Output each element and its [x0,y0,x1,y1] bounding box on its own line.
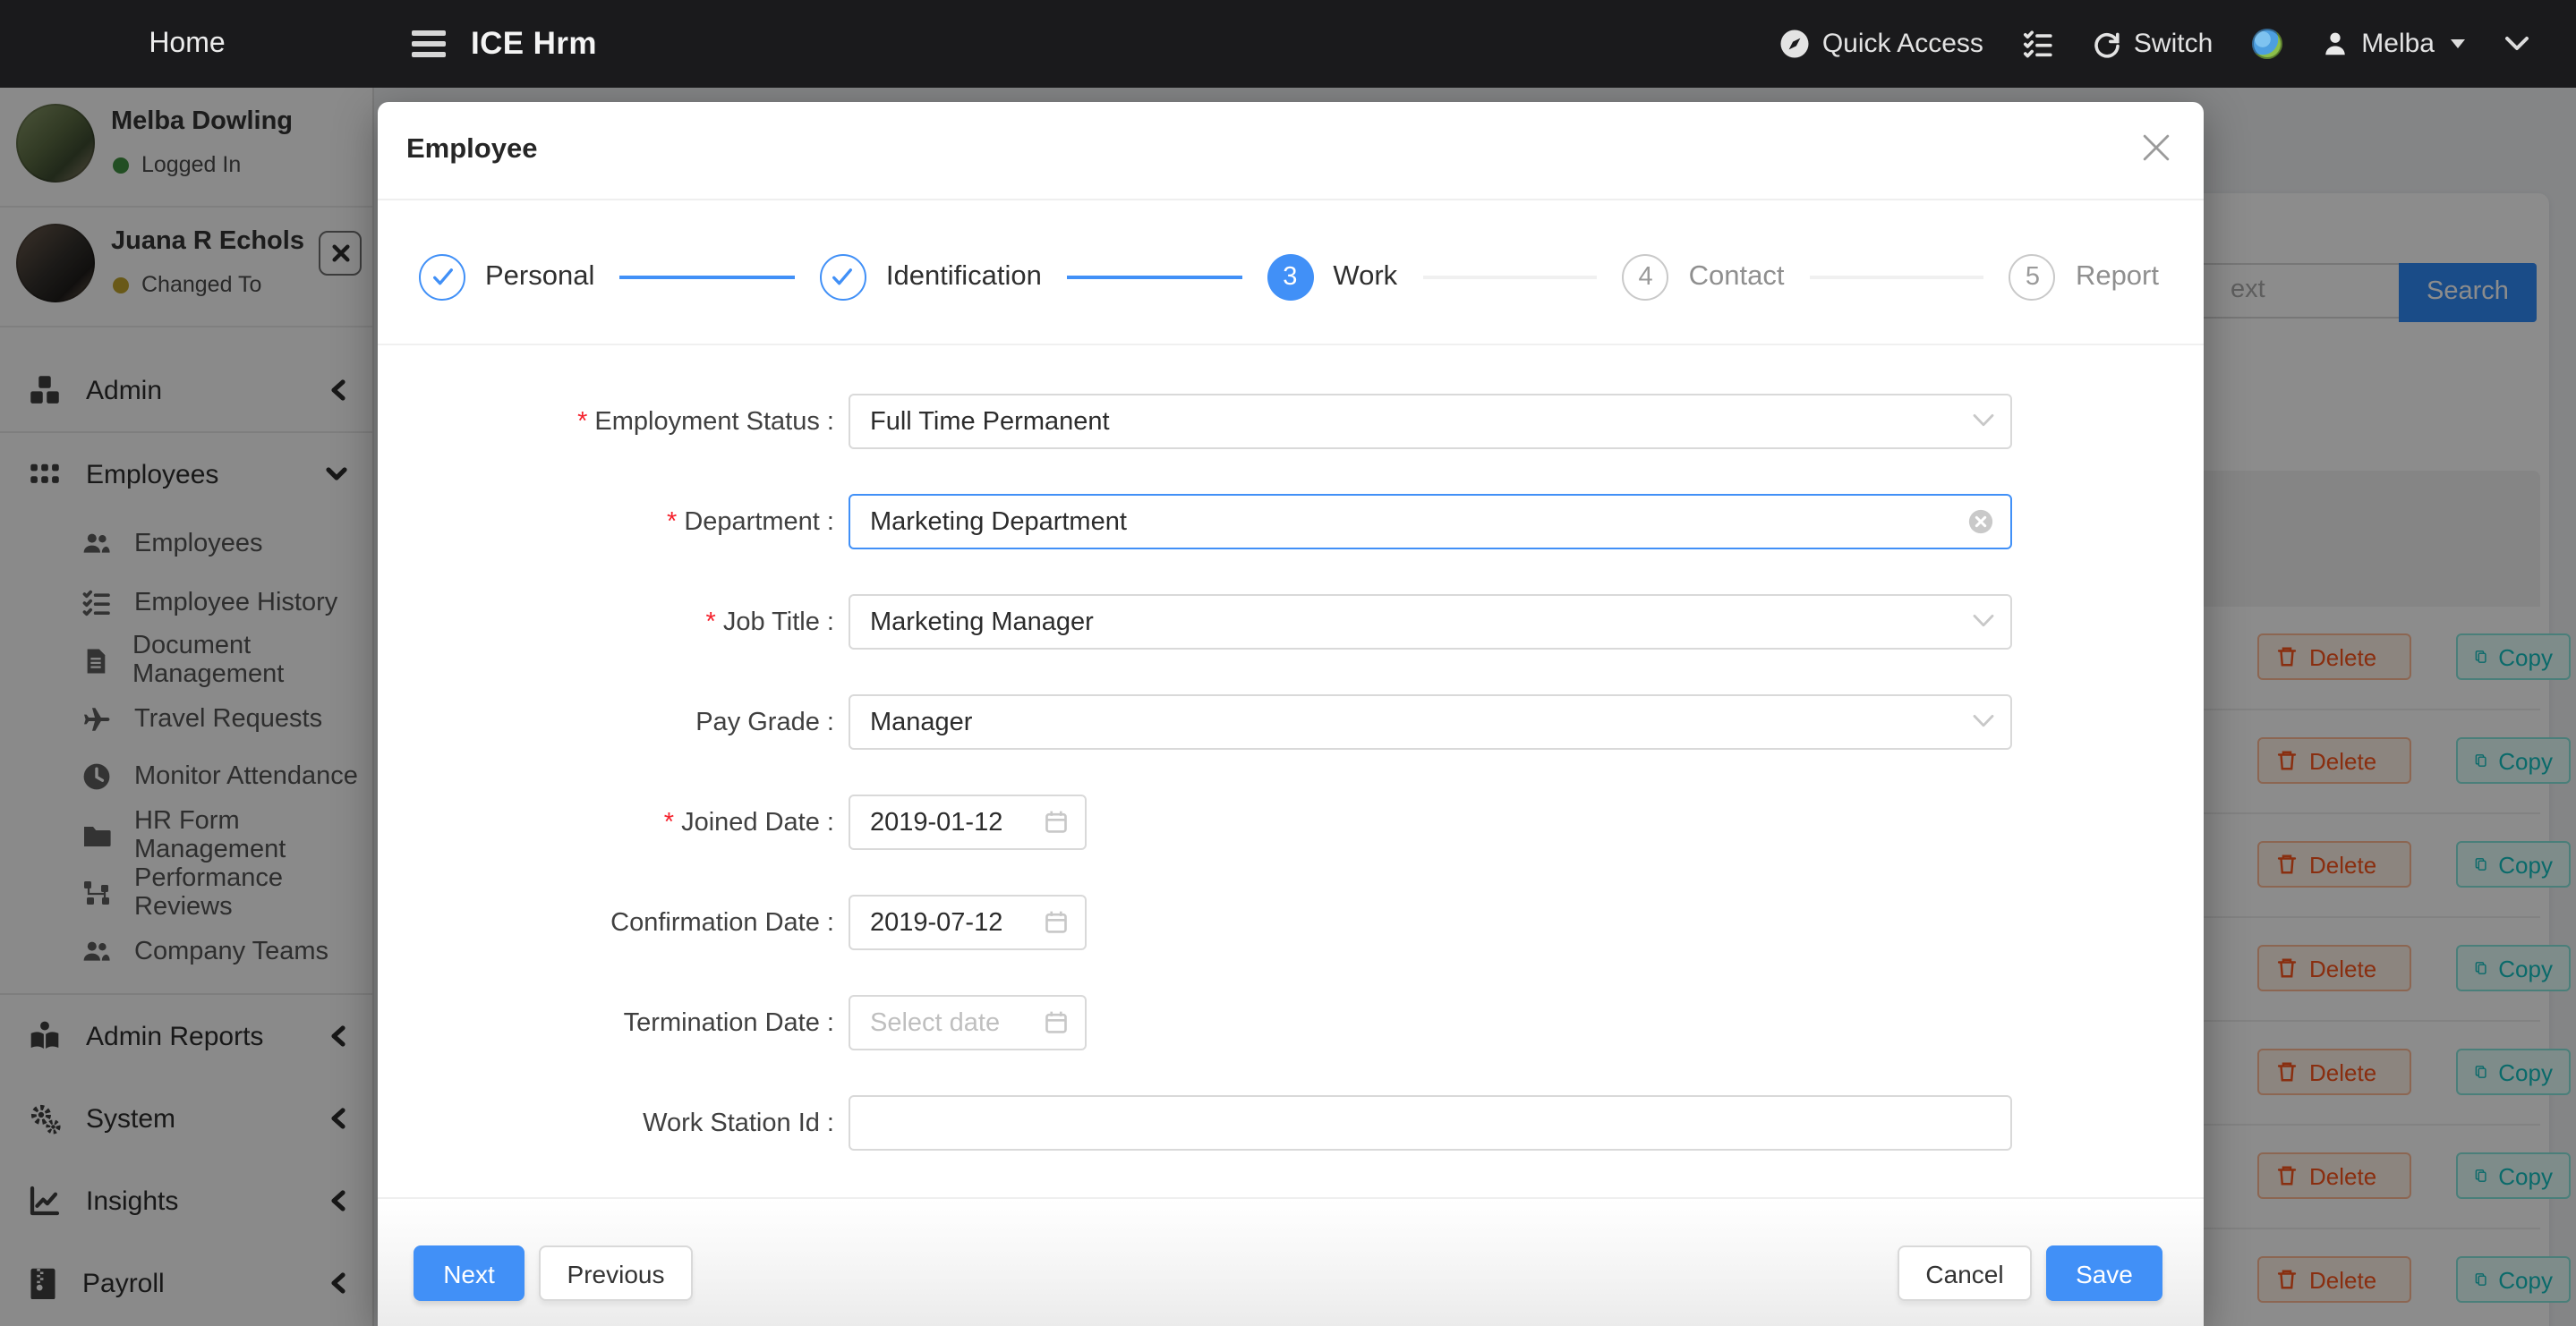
save-button[interactable]: Save [2046,1245,2162,1301]
employment-status-select[interactable]: Full Time Permanent [849,394,2012,449]
step-work[interactable]: 3 Work [1267,254,1397,301]
clear-icon[interactable] [1967,508,1994,535]
select-chevron-icon [1973,614,1994,628]
language-globe-icon[interactable] [2252,29,2282,59]
step-check-icon [419,254,465,301]
step-personal[interactable]: Personal [419,254,594,301]
select-chevron-icon [1973,413,1994,428]
field-label: Joined Date [378,808,834,837]
work-station-id-input[interactable] [849,1095,2012,1151]
department-select[interactable]: Marketing Department [849,494,2012,549]
tasks-button[interactable] [2023,29,2053,59]
quick-access-button[interactable]: Quick Access [1779,29,1983,59]
step-label: Work [1333,261,1397,293]
field-label: Confirmation Date [378,908,834,937]
step-label: Report [2076,261,2159,293]
checklist-icon [2023,29,2053,59]
next-button[interactable]: Next [414,1245,525,1301]
quick-access-label: Quick Access [1822,29,1983,59]
field-label: Termination Date [378,1008,834,1037]
field-label: Pay Grade [378,708,834,736]
previous-button[interactable]: Previous [539,1245,693,1301]
work-form: Employment Status Full Time Permanent De… [378,394,2204,1151]
employee-modal: Employee Personal Identification 3 [378,102,2204,1326]
step-label: Personal [485,261,594,293]
step-number: 4 [1623,254,1669,301]
modal-footer: Next Previous Cancel Save [378,1197,2204,1326]
select-value: Marketing Department [870,507,1127,536]
step-check-icon [820,254,866,301]
calendar-icon [1044,1009,1069,1034]
field-label: Job Title [378,608,834,636]
user-menu[interactable]: Melba [2322,29,2465,59]
step-label: Identification [886,261,1042,293]
job-title-select[interactable]: Marketing Manager [849,594,2012,650]
caret-down-icon [2451,39,2465,48]
app-brand: ICE Hrm [471,25,597,63]
select-value: Manager [870,708,972,736]
calendar-icon [1044,809,1069,834]
date-placeholder: Select date [870,1008,1000,1037]
step-number: 3 [1267,254,1313,301]
step-report[interactable]: 5 Report [2009,254,2159,301]
field-label: Department [378,507,834,536]
switch-label: Switch [2134,29,2213,59]
select-value: Full Time Permanent [870,407,1110,436]
compass-icon [1779,29,1810,59]
step-label: Contact [1689,261,1785,293]
nav-home-link[interactable]: Home [0,28,374,60]
person-icon [2322,30,2349,57]
field-label: Work Station Id [378,1109,834,1137]
top-nav: Home ICE Hrm Quick Access Switch [0,0,2576,88]
calendar-icon [1044,909,1069,934]
collapse-header-chevron-icon[interactable] [2504,36,2529,52]
close-icon[interactable] [2143,134,2170,161]
user-name-label: Melba [2361,29,2435,59]
step-identification[interactable]: Identification [820,254,1042,301]
select-chevron-icon [1973,714,1994,728]
step-number: 5 [2009,254,2056,301]
steps-wizard: Personal Identification 3 Work 4 Contact [419,254,2159,301]
date-value: 2019-07-12 [870,908,1002,937]
switch-icon [2093,30,2121,58]
date-value: 2019-01-12 [870,808,1002,837]
field-label: Employment Status [378,407,834,436]
cancel-button[interactable]: Cancel [1898,1245,2032,1301]
pay-grade-select[interactable]: Manager [849,694,2012,750]
app-screen: Home ICE Hrm Quick Access Switch [0,0,2576,1326]
step-contact[interactable]: 4 Contact [1623,254,1785,301]
switch-user-button[interactable]: Switch [2093,29,2213,59]
select-value: Marketing Manager [870,608,1094,636]
hamburger-menu-icon[interactable] [412,30,446,57]
modal-title: Employee [406,134,537,166]
